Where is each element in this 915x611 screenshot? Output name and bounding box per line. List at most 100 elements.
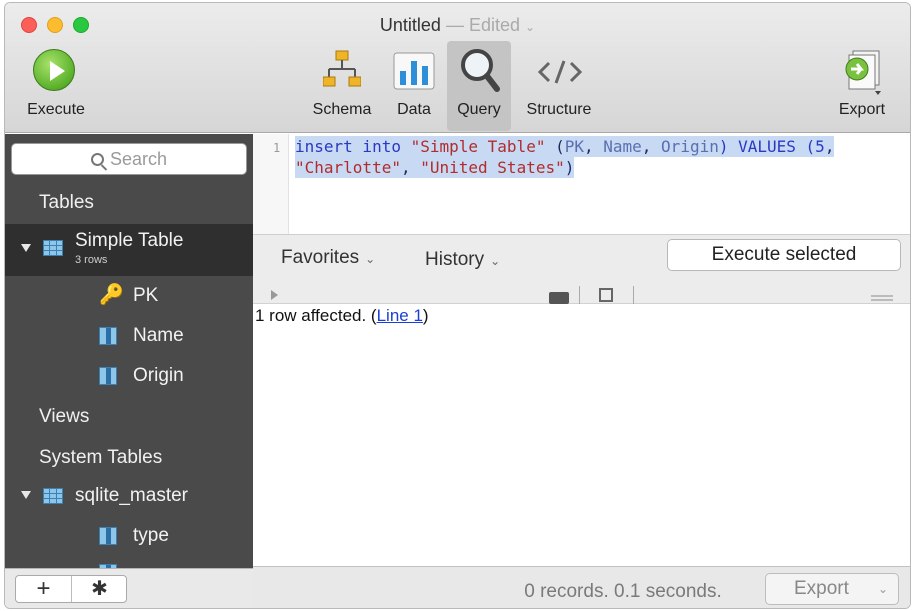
sidebar-footer: + ✱ [5,568,253,608]
folder-icon[interactable] [549,292,569,304]
query-button[interactable]: Query [447,41,511,131]
disclosure-triangle-icon[interactable] [21,244,31,252]
number-literal: 5 [815,137,825,156]
separator [633,286,634,304]
row-count: 3 rows [75,254,108,266]
sidebar-item-column-origin[interactable]: Origin [5,356,253,396]
column-icon [99,367,117,385]
query-bar: Favorites ⌄ History ⌄ Execute selected [253,234,910,278]
export-icon [845,50,881,95]
chevron-down-icon: ⌄ [877,582,888,596]
result-message: 1 row affected. (Line 1) [255,306,429,326]
status-bar: 0 records. 0.1 seconds. Export ⌄ [253,566,910,608]
code-line: insert into "Simple Table" (PK, Name, Or… [295,136,835,157]
tables-header: Tables [39,192,94,213]
structure-button[interactable]: Structure [513,41,605,131]
punctuation: ( [545,137,565,156]
line-number: 1 [273,141,281,155]
schema-label: Schema [312,101,372,118]
sql-code[interactable]: insert into "Simple Table" (PK, Name, Or… [295,136,907,178]
status-text: 0 records. 0.1 seconds. [524,581,722,602]
history-label: History [425,249,485,270]
column-icon [99,527,117,545]
add-button[interactable]: + [16,576,71,602]
data-label: Data [397,101,431,118]
sidebar-actions: + ✱ [15,575,127,603]
sidebar-item-partial [5,558,253,568]
column-icon [99,327,117,345]
identifier: Name [603,137,642,156]
query-label: Query [457,101,501,118]
sidebar-item-simple-table[interactable]: Simple Table 3 rows [5,224,253,276]
favorites-label: Favorites [281,247,360,268]
gear-icon[interactable]: ✱ [72,576,127,602]
punctuation: , [400,158,421,177]
sidebar-item-sqlite-master[interactable]: sqlite_master [5,476,253,516]
results-toolbar [253,278,910,304]
schema-icon [323,50,361,87]
bar-chart-icon [393,52,435,90]
magnifier-icon [461,49,500,92]
table-icon [43,240,63,256]
code-icon [537,60,583,84]
message-prefix: 1 row affected. ( [255,306,377,325]
schema-button[interactable]: Schema [307,41,377,131]
copy-icon[interactable] [599,288,613,302]
string-literal: "Charlotte" [295,158,401,177]
message-suffix: ) [422,306,429,325]
results-pane: 1 row affected. (Line 1) [253,304,910,566]
disclosure-triangle-icon[interactable] [21,491,31,499]
export-button[interactable]: Export ⌄ [765,573,899,605]
execute-label: Execute [27,101,85,118]
structure-label: Structure [526,101,592,118]
favorites-menu[interactable]: Favorites ⌄ [281,247,375,269]
system-tables-header: System Tables [39,447,163,468]
history-menu[interactable]: History ⌄ [425,249,500,271]
line-link[interactable]: Line 1 [377,306,423,325]
play-icon [33,49,75,91]
expand-triangle-icon[interactable] [271,290,278,300]
identifier: Origin [661,137,719,156]
chevron-down-icon: ⌄ [525,20,536,34]
sidebar-item-column-type[interactable]: type [5,516,253,556]
column-name: Origin [133,365,184,386]
line-gutter: 1 [253,134,289,234]
data-button[interactable]: Data [387,41,441,131]
sidebar-item-column-pk[interactable]: 🔑 PK [5,276,253,316]
toolbar: Untitled — Edited ⌄ Execute Schema Data … [5,3,910,133]
resize-handle-icon[interactable] [871,295,893,297]
string-literal: "Simple Table" [410,137,546,156]
string-literal: "United States" [420,158,565,177]
app-window: Untitled — Edited ⌄ Execute Schema Data … [4,2,911,609]
key-icon: 🔑 [99,284,124,306]
execute-button[interactable]: Execute [11,41,101,131]
column-name: Name [133,325,184,346]
title-separator: — [445,15,464,35]
chevron-down-icon: ⌄ [365,252,376,266]
table-name: sqlite_master [75,485,188,506]
search-input[interactable]: Search [11,143,247,175]
chevron-down-icon: ⌄ [490,254,501,268]
execute-selected-button[interactable]: Execute selected [667,239,901,271]
column-name: PK [133,285,159,306]
export-toolbar-label: Export [838,101,886,118]
sql-editor[interactable]: 1 insert into "Simple Table" (PK, Name, … [253,134,910,234]
export-toolbar-button[interactable]: Export [827,41,897,131]
export-label: Export [794,578,849,599]
window-title[interactable]: Untitled — Edited ⌄ [5,15,910,36]
separator [579,286,580,304]
sidebar: Search Tables Simple Table 3 rows 🔑 PK N… [5,134,253,568]
edited-state: Edited [468,15,521,35]
views-header[interactable]: Views [39,406,89,428]
punctuation: ) [564,158,575,177]
punctuation: , [824,137,835,156]
sidebar-item-column-name[interactable]: Name [5,316,253,356]
keyword: ) VALUES ( [718,137,816,156]
table-name: Simple Table [75,230,184,251]
document-name: Untitled [379,15,441,35]
identifier: PK [564,137,584,156]
table-icon [43,488,63,504]
code-line: "Charlotte", "United States") [295,157,575,178]
punctuation: , [641,137,662,156]
punctuation: , [583,137,604,156]
